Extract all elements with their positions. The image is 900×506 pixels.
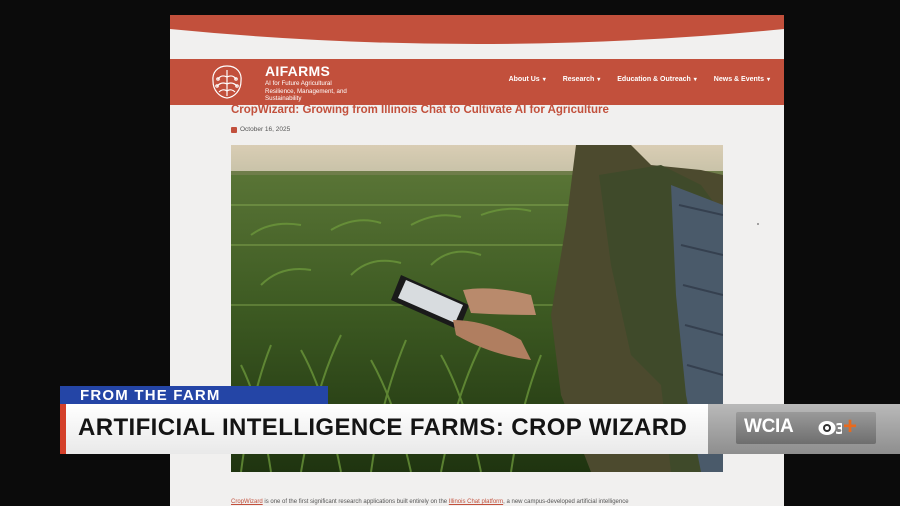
station-letters: WCIA xyxy=(744,416,794,437)
segment-tag-text: FROM THE FARM xyxy=(80,387,221,404)
body-text-2: , a new campus-developed artificial inte… xyxy=(503,499,629,505)
nav-research[interactable]: Research ▾ xyxy=(563,76,601,83)
headline-text: ARTIFICIAL INTELLIGENCE FARMS: CROP WIZA… xyxy=(78,414,688,441)
article-body: CropWizard is one of the first significa… xyxy=(231,499,629,505)
cursor-dot xyxy=(757,223,759,225)
nav-label: Education & Outreach xyxy=(617,76,691,83)
site-brand[interactable]: AIFARMS AI for Future Agricultural Resil… xyxy=(265,63,355,103)
lower-third-headline: ARTIFICIAL INTELLIGENCE FARMS: CROP WIZA… xyxy=(60,404,708,454)
aifarms-logo-icon[interactable] xyxy=(208,63,246,101)
post-date-text: October 16, 2025 xyxy=(240,126,291,133)
cbs-eye-icon: 3 xyxy=(818,420,842,438)
chevron-down-icon: ▾ xyxy=(597,77,601,83)
header-swoosh xyxy=(170,15,784,65)
body-text-1: is one of the first significant research… xyxy=(262,499,449,505)
nav-about-us[interactable]: About Us ▾ xyxy=(509,76,546,83)
post-date: October 16, 2025 xyxy=(231,126,290,133)
channel-number: 3 xyxy=(835,420,842,438)
plus-sign: + xyxy=(843,413,858,440)
nav-label: Research xyxy=(562,76,595,83)
nav-education-outreach[interactable]: Education & Outreach ▾ xyxy=(617,76,697,83)
chevron-down-icon: ▾ xyxy=(542,77,546,83)
main-nav: About Us ▾ Research ▾ Education & Outreach… xyxy=(509,76,770,83)
nav-label: About Us xyxy=(508,76,540,83)
nav-news-events[interactable]: News & Events ▾ xyxy=(714,76,770,83)
brand-name: AIFARMS xyxy=(265,63,331,79)
chevron-down-icon: ▾ xyxy=(766,77,770,83)
segment-tag: FROM THE FARM xyxy=(60,386,328,406)
cropwizard-link[interactable]: CropWizard xyxy=(231,499,263,505)
nav-label: News & Events xyxy=(713,76,764,83)
illinois-chat-link[interactable]: Illinois Chat platform xyxy=(449,499,503,505)
article-title[interactable]: CropWizard: Growing from Illinois Chat t… xyxy=(231,104,609,116)
calendar-icon xyxy=(231,126,237,133)
chevron-down-icon: ▾ xyxy=(693,77,697,83)
brand-tagline: AI for Future Agricultural Resilience, M… xyxy=(265,80,347,102)
site-navbar: AIFARMS AI for Future Agricultural Resil… xyxy=(170,59,784,105)
tv-frame: AIFARMS AI for Future Agricultural Resil… xyxy=(0,0,900,506)
